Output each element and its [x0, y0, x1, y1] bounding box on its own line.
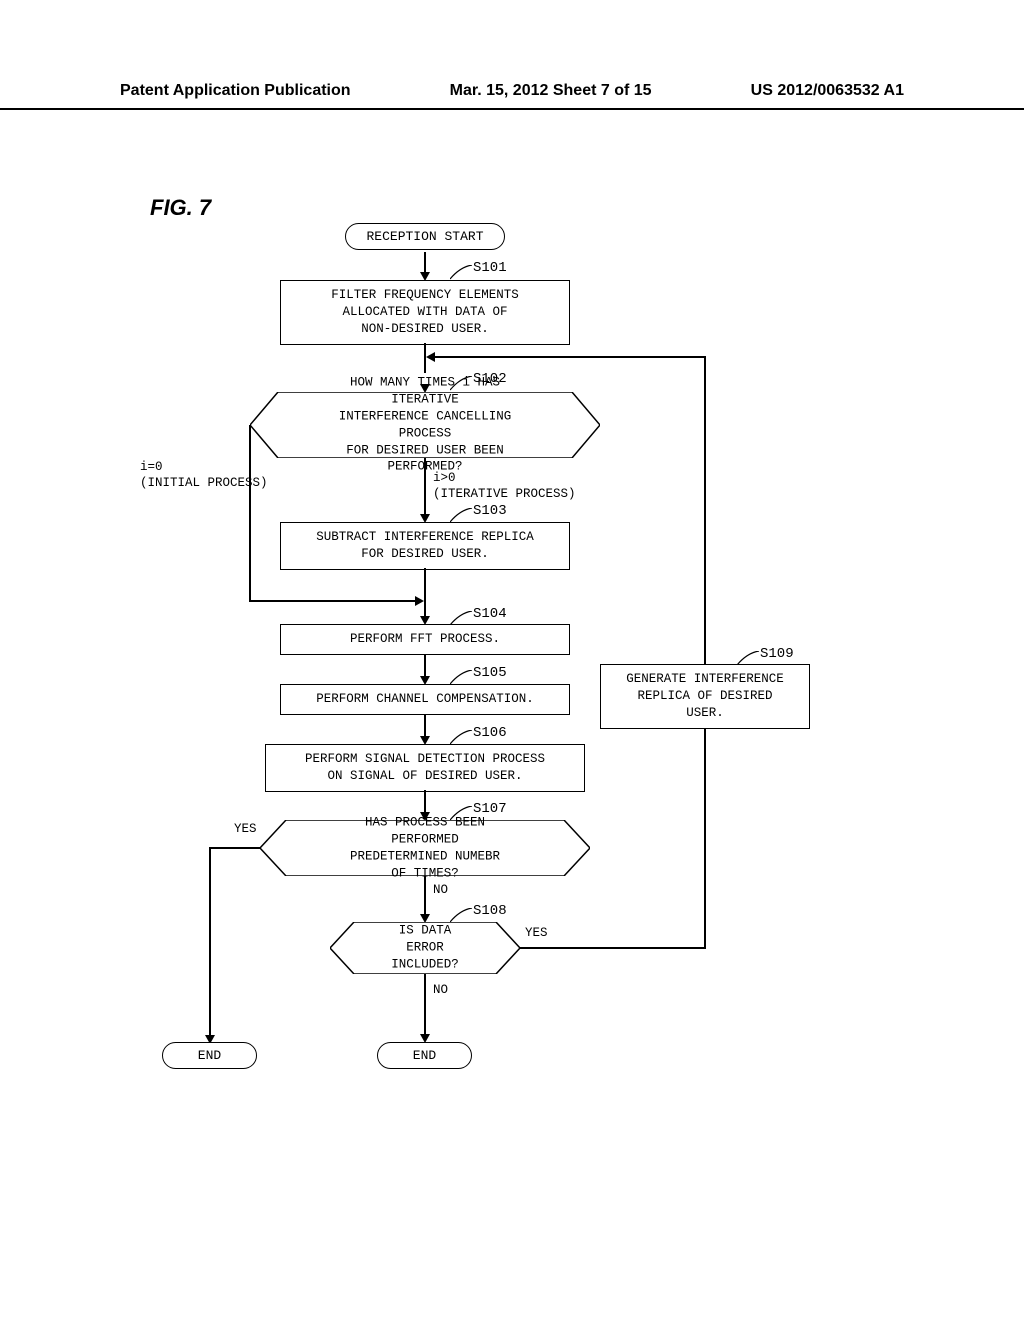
s107-text: HAS PROCESS BEEN PERFORMED PREDETERMINED…	[343, 814, 508, 882]
arrow	[424, 654, 426, 678]
step-label-s104: S104	[473, 606, 507, 622]
figure-label: FIG. 7	[150, 195, 211, 221]
header-left: Patent Application Publication	[120, 82, 351, 100]
s104-text: PERFORM FFT PROCESS.	[350, 632, 500, 646]
decision-s107: HAS PROCESS BEEN PERFORMED PREDETERMINED…	[260, 820, 590, 876]
arrow	[424, 458, 426, 516]
s103-text: SUBTRACT INTERFERENCE REPLICA FOR DESIRE…	[316, 530, 534, 561]
end2-text: END	[413, 1048, 436, 1063]
decision-s102: HOW MANY TIMES i HAS ITERATIVE INTERFERE…	[250, 392, 600, 458]
step-label-s101: S101	[473, 260, 507, 276]
process-s109: GENERATE INTERFERENCE REPLICA OF DESIRED…	[600, 664, 810, 729]
edge-label-s107-no: NO	[433, 883, 448, 897]
end-terminal-2: END	[377, 1042, 472, 1069]
process-s105: PERFORM CHANNEL COMPENSATION.	[280, 684, 570, 715]
end1-text: END	[198, 1048, 221, 1063]
arrow	[704, 356, 706, 664]
edge-label-s108-no: NO	[433, 983, 448, 997]
step-label-s109: S109	[760, 646, 794, 662]
start-terminal: RECEPTION START	[345, 223, 505, 250]
step-label-s106: S106	[473, 725, 507, 741]
arrow	[520, 947, 705, 949]
process-s106: PERFORM SIGNAL DETECTION PROCESS ON SIGN…	[265, 744, 585, 792]
header-right: US 2012/0063532 A1	[751, 82, 904, 100]
arrow	[424, 568, 426, 618]
process-s101: FILTER FREQUENCY ELEMENTS ALLOCATED WITH…	[280, 280, 570, 345]
arrow	[424, 876, 426, 916]
arrow	[434, 356, 706, 358]
edge-label-s107-yes: YES	[234, 822, 257, 836]
arrow	[210, 847, 260, 849]
s101-text: FILTER FREQUENCY ELEMENTS ALLOCATED WITH…	[331, 288, 519, 336]
arrow	[249, 425, 251, 600]
end-terminal-1: END	[162, 1042, 257, 1069]
s106-text: PERFORM SIGNAL DETECTION PROCESS ON SIGN…	[305, 752, 545, 783]
decision-s108: IS DATA ERROR INCLUDED?	[330, 922, 520, 974]
edge-label-ipos: i>0 (ITERATIVE PROCESS)	[433, 470, 576, 503]
s109-text: GENERATE INTERFERENCE REPLICA OF DESIRED…	[626, 672, 784, 720]
step-label-s103: S103	[473, 503, 507, 519]
header-center: Mar. 15, 2012 Sheet 7 of 15	[450, 82, 652, 100]
process-s104: PERFORM FFT PROCESS.	[280, 624, 570, 655]
arrow	[704, 728, 706, 949]
step-label-s108: S108	[473, 903, 507, 919]
step-label-s105: S105	[473, 665, 507, 681]
arrow	[209, 847, 211, 1037]
s105-text: PERFORM CHANNEL COMPENSATION.	[316, 692, 534, 706]
page-header: Patent Application Publication Mar. 15, …	[0, 0, 1024, 110]
arrow	[424, 714, 426, 738]
arrow	[424, 252, 426, 274]
edge-label-s108-yes: YES	[525, 926, 548, 940]
arrow	[424, 790, 426, 814]
s108-text: IS DATA ERROR INCLUDED?	[378, 923, 473, 974]
arrow	[424, 974, 426, 1036]
arrow	[249, 600, 417, 602]
arrowhead-icon	[415, 596, 424, 606]
start-text: RECEPTION START	[366, 229, 483, 244]
process-s103: SUBTRACT INTERFERENCE REPLICA FOR DESIRE…	[280, 522, 570, 570]
